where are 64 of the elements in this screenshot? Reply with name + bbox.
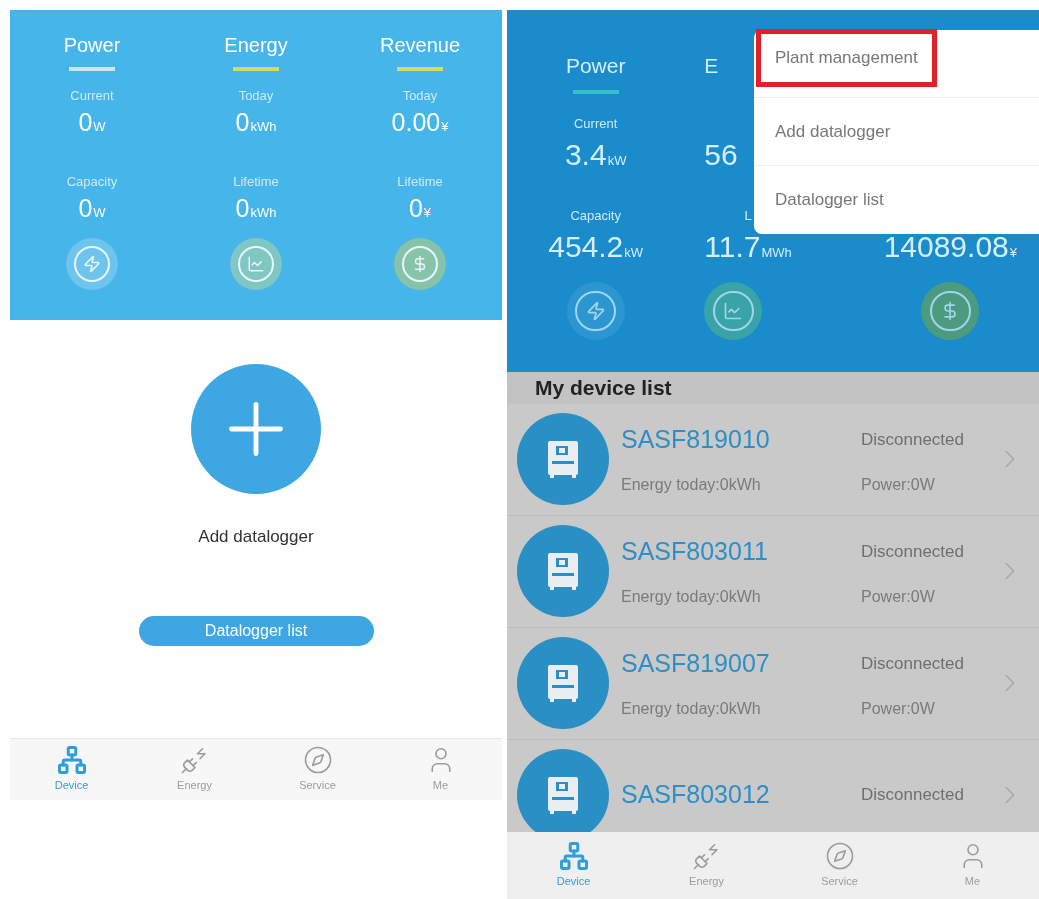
stat-label: Capacity bbox=[66, 174, 118, 189]
tab[interactable]: Energy bbox=[133, 739, 256, 800]
tab[interactable]: Service bbox=[773, 832, 906, 899]
stat-value: 0.00¥ bbox=[391, 107, 449, 138]
device-power: Power:0W bbox=[861, 586, 936, 607]
device-row[interactable]: SASF819007 Disconnected Energy today:0kWh Power:0W bbox=[507, 627, 1039, 740]
stat-label: Current bbox=[70, 88, 114, 103]
device-status: Disconnected bbox=[861, 429, 965, 452]
dollar-icon bbox=[394, 238, 446, 290]
stat-value: 0¥ bbox=[408, 193, 432, 224]
tab[interactable]: Me bbox=[906, 832, 1039, 899]
menu-item[interactable]: Plant management bbox=[756, 28, 937, 87]
datalogger-list-button[interactable]: Datalogger list bbox=[138, 615, 374, 646]
stat-label: Today bbox=[238, 88, 274, 103]
stat-title: E bbox=[704, 54, 719, 77]
device-name: SASF819007 bbox=[621, 648, 771, 680]
tab[interactable]: Service bbox=[256, 739, 379, 800]
menu-item[interactable]: Datalogger list bbox=[756, 187, 903, 213]
stat-title: Power bbox=[63, 34, 121, 56]
stat-value: 3.4kW bbox=[564, 137, 627, 173]
device-name: SASF803011 bbox=[621, 536, 769, 568]
energy-today: Energy today:0kWh bbox=[621, 586, 762, 607]
section-title: My device list bbox=[535, 375, 672, 401]
tab[interactable]: Me bbox=[379, 739, 502, 800]
add-datalogger-label: Add datalogger bbox=[198, 526, 314, 548]
stat-label: Capacity bbox=[570, 208, 621, 223]
network-icon bbox=[56, 745, 87, 776]
compass-icon bbox=[302, 745, 333, 776]
stat-value: 0kWh bbox=[235, 193, 277, 224]
network-icon bbox=[558, 841, 589, 872]
tab[interactable]: Device bbox=[507, 832, 640, 899]
stat-label: Today bbox=[402, 88, 438, 103]
menu-item[interactable]: Add datalogger bbox=[756, 118, 910, 145]
chart-icon bbox=[230, 238, 282, 290]
energy-today: Energy today:0kWh bbox=[621, 474, 762, 495]
dollar-icon bbox=[921, 282, 980, 340]
device-status: Disconnected bbox=[861, 653, 965, 676]
compass-icon bbox=[824, 841, 855, 872]
stat-value: 0kWh bbox=[235, 107, 277, 138]
stat-title: Energy bbox=[224, 34, 288, 56]
device-row[interactable]: SASF819010 Disconnected Energy today:0kWh Power:0W bbox=[507, 403, 1039, 516]
stat-label: Lifetime bbox=[397, 174, 443, 189]
energy-today: Energy today:0kWh bbox=[621, 698, 762, 719]
stat-value: 0W bbox=[78, 193, 106, 224]
stat-value: 14089.08¥ bbox=[883, 229, 1017, 265]
device-status: Disconnected bbox=[861, 784, 965, 807]
device-name: SASF819010 bbox=[621, 424, 771, 456]
device-power: Power:0W bbox=[861, 698, 936, 719]
stat-label: L bbox=[744, 208, 752, 223]
lightning-icon bbox=[66, 238, 118, 290]
stat-value: 0W bbox=[78, 107, 106, 138]
device-row[interactable]: SASF803011 Disconnected Energy today:0kWh Power:0W bbox=[507, 515, 1039, 628]
stat-label: Lifetime bbox=[233, 174, 279, 189]
stat-value: 11.7 MWh bbox=[704, 229, 792, 265]
stat-title: Power bbox=[565, 54, 626, 77]
stat-title: Revenue bbox=[379, 34, 461, 56]
device-power: Power:0W bbox=[861, 474, 936, 495]
device-name: SASF803012 bbox=[621, 779, 771, 811]
stat-label: Current bbox=[573, 116, 618, 131]
stat-value: 56 bbox=[704, 137, 738, 173]
device-status: Disconnected bbox=[861, 541, 965, 564]
tab[interactable]: Device bbox=[10, 739, 133, 800]
tab[interactable]: Energy bbox=[640, 832, 773, 899]
stat-value: 454.2 kW bbox=[548, 229, 644, 265]
